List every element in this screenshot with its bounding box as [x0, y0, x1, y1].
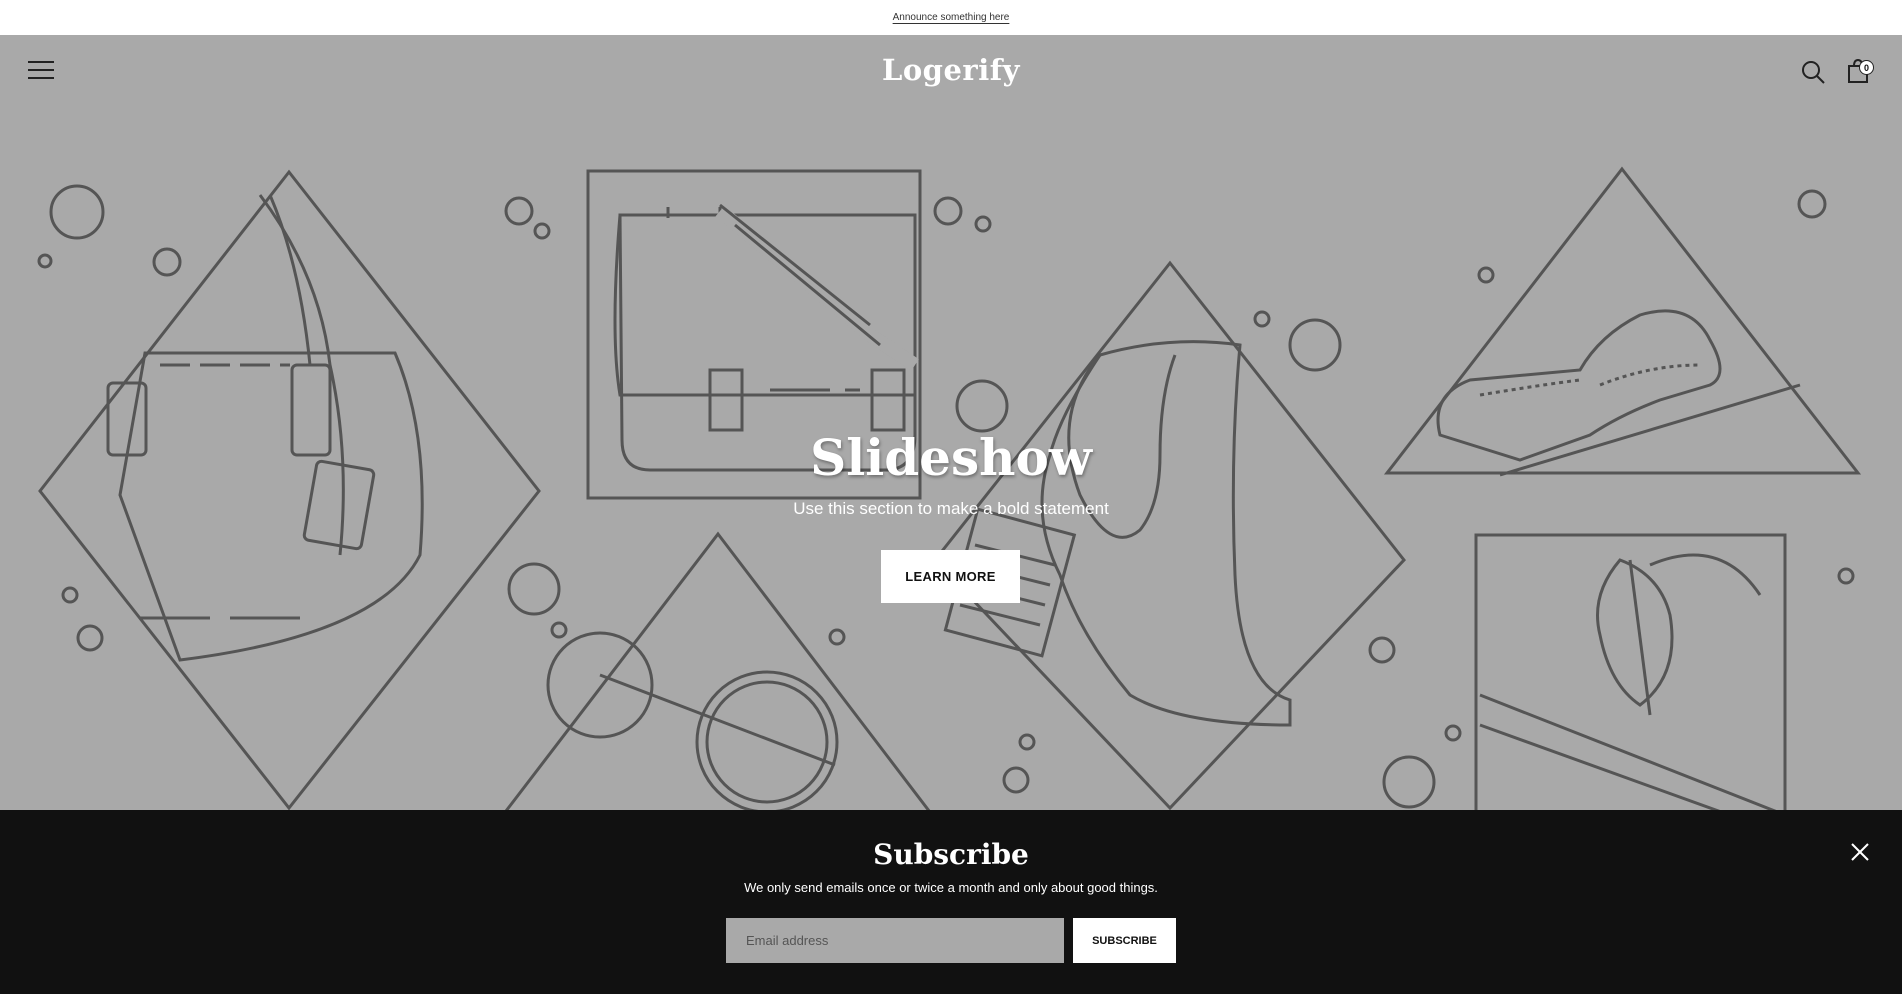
slide-title: Slideshow: [810, 428, 1092, 487]
slide-content: Slideshow Use this section to make a bol…: [0, 428, 1902, 519]
logo-link[interactable]: Logerify: [882, 53, 1020, 87]
announcement-bar: Announce something here: [0, 0, 1902, 35]
hero-illustration: [37, 166, 1862, 810]
subscribe-button[interactable]: SUBSCRIBE: [1073, 918, 1176, 963]
site-header: Logerify 0: [0, 35, 1902, 107]
slide-subtitle: Use this section to make a bold statemen…: [793, 499, 1109, 518]
learn-more-button[interactable]: LEARN MORE: [881, 550, 1020, 603]
cart-count-badge: 0: [1859, 60, 1874, 75]
subscribe-description: We only send emails once or twice a mont…: [744, 880, 1158, 895]
announcement-link[interactable]: Announce something here: [893, 12, 1010, 23]
email-field[interactable]: [726, 918, 1064, 963]
subscribe-title: Subscribe: [873, 838, 1029, 871]
slideshow-hero: [0, 35, 1902, 810]
search-icon[interactable]: [1800, 59, 1826, 85]
close-icon[interactable]: [1850, 842, 1870, 862]
store-logo: Logerify: [0, 53, 1902, 87]
subscribe-popup: Subscribe We only send emails once or tw…: [0, 810, 1902, 994]
